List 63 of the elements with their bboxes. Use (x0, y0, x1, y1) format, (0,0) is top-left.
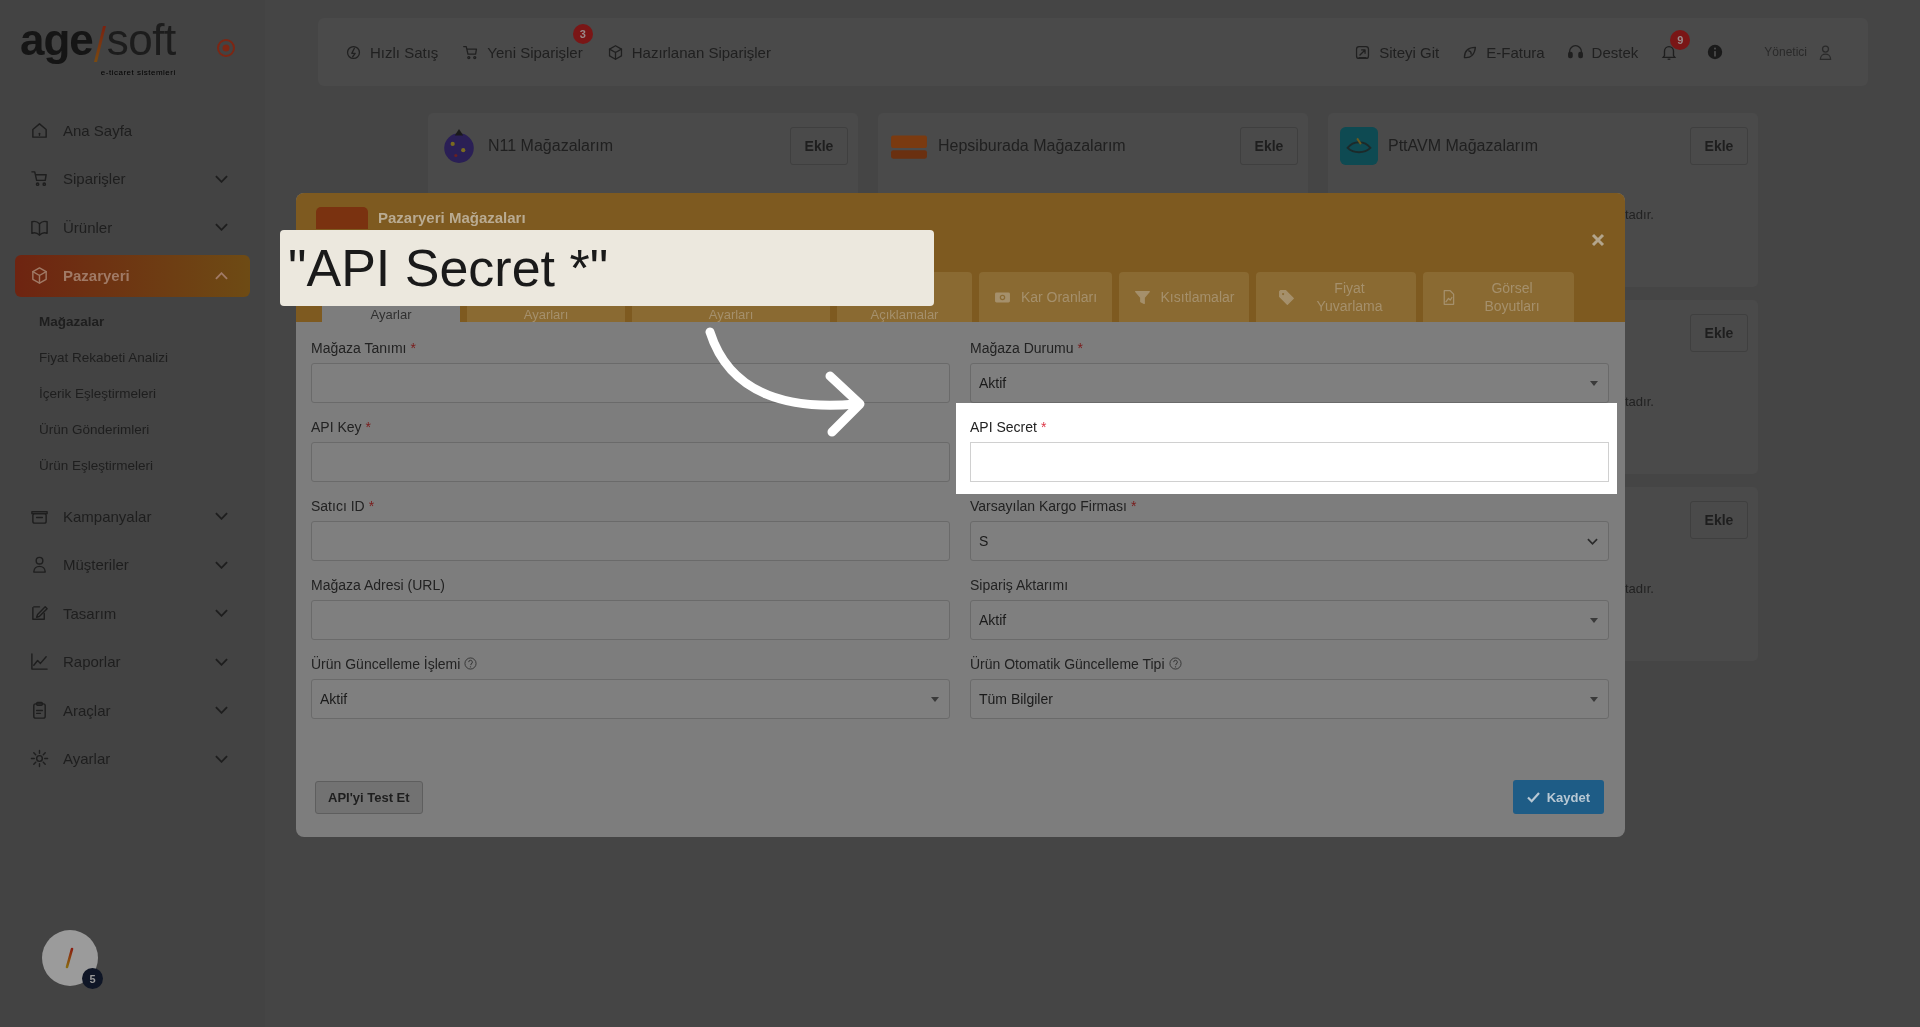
info-icon[interactable] (1706, 43, 1725, 61)
required-mark: * (1130, 497, 1137, 514)
cart-icon (30, 169, 49, 188)
floating-button[interactable] (42, 930, 98, 986)
settings-icon (30, 749, 49, 768)
sidebar-item[interactable]: Pazaryeri (15, 254, 250, 297)
chart-icon (30, 652, 49, 671)
bell-icon[interactable] (1660, 43, 1679, 61)
target-icon[interactable] (215, 37, 236, 58)
clipboard-icon (30, 700, 49, 720)
chevron-down-icon (1587, 538, 1598, 545)
field-label: Mağaza Durumu (970, 339, 1074, 356)
close-icon[interactable] (1591, 233, 1605, 247)
required-mark: * (365, 418, 372, 435)
field-label: Sipariş Aktarımı (970, 576, 1069, 593)
tag-icon (1277, 288, 1295, 306)
slash-icon (65, 947, 75, 969)
notification-badge: 9 (1670, 30, 1691, 50)
select-field[interactable]: S (970, 521, 1609, 561)
cart-icon (462, 43, 480, 61)
required-mark: * (368, 497, 375, 514)
lightning-icon (345, 43, 362, 61)
caret-icon (1590, 697, 1598, 702)
headset-icon (1566, 43, 1584, 61)
modal-title: Pazaryeri Mağazaları (378, 209, 527, 226)
cube-icon (30, 266, 49, 285)
field-label: API Key (311, 418, 362, 435)
select-field[interactable]: Tüm Bilgiler (970, 679, 1609, 719)
caret-icon (931, 697, 939, 702)
required-mark: * (410, 339, 416, 356)
callout-tooltip: "API Secret *" (280, 230, 934, 306)
tab[interactable]: Fiyat Yuvarlama (1256, 272, 1416, 322)
count-badge: 5 (82, 968, 103, 989)
user-icon (30, 555, 49, 574)
field-label: Mağaza Adresi (URL) (311, 576, 445, 593)
tab[interactable]: Kar Oranları (979, 272, 1112, 322)
tab[interactable]: Görsel Boyutları (1423, 272, 1574, 322)
field-label: API Secret (970, 418, 1037, 435)
save-button[interactable]: Kaydet (1512, 780, 1604, 814)
required-mark: * (1077, 339, 1083, 356)
caret-icon (1590, 381, 1598, 386)
select-field[interactable]: Aktif (970, 363, 1609, 403)
edit-icon (30, 603, 49, 623)
home-icon (30, 120, 49, 140)
caret-icon (1590, 618, 1598, 623)
check-icon (1526, 791, 1540, 803)
field-label: Ürün Güncelleme İşlemi (311, 655, 461, 672)
tab[interactable]: Kısıtlamalar (1119, 272, 1249, 322)
field-label: Satıcı ID (311, 497, 365, 514)
logo-icon (1340, 127, 1378, 165)
field-label: Mağaza Tanımı (311, 339, 407, 356)
logo-icon (316, 207, 368, 229)
field-label: Varsayılan Kargo Firması (970, 497, 1127, 514)
test-api-button[interactable]: API'yi Test Et (315, 780, 423, 814)
select-field[interactable]: Aktif (311, 679, 950, 719)
required-mark: * (1040, 418, 1047, 435)
text-field[interactable] (311, 363, 950, 403)
select-field[interactable]: Aktif (970, 600, 1609, 640)
box-icon (606, 43, 624, 61)
field-label: Ürün Otomatik Güncelleme Tipi (970, 655, 1165, 672)
count-badge: 3 (572, 23, 593, 44)
user-icon (1817, 43, 1834, 61)
external-link-icon (1354, 43, 1372, 61)
